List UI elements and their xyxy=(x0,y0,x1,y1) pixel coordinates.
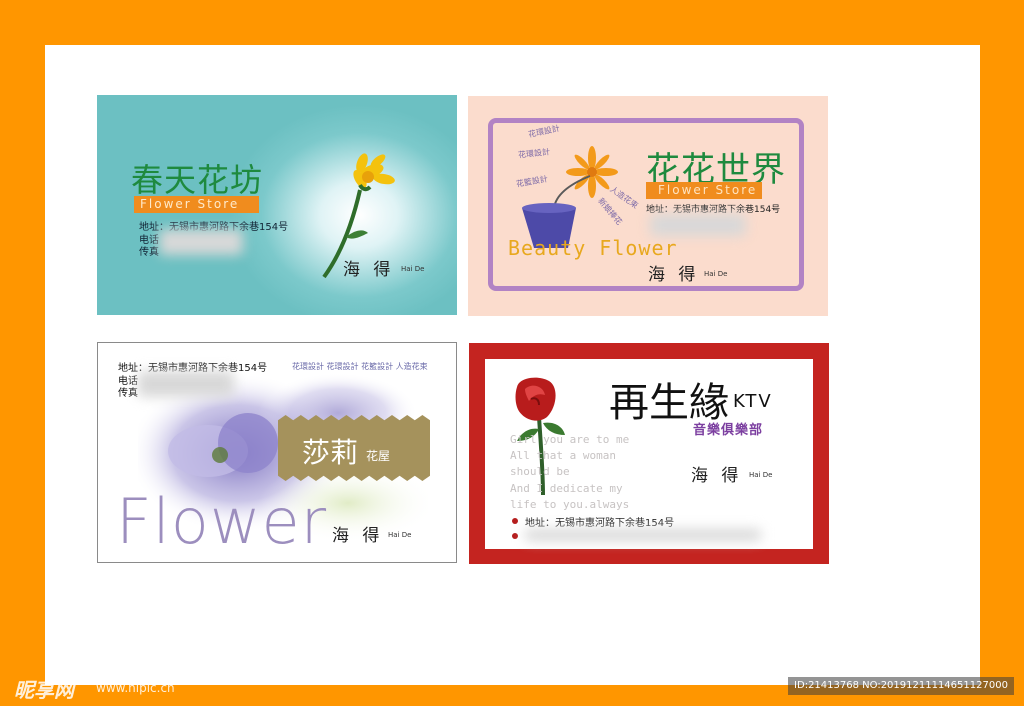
subtitle-ribbon: Flower Store xyxy=(134,196,259,213)
poem-line: should be xyxy=(510,465,570,478)
watermark-id: ID:21413768 NO:20191211114651127000 xyxy=(788,677,1014,695)
fax-label: 传真 xyxy=(139,247,159,258)
big-flower-text: Flower xyxy=(116,485,328,558)
person-name-en: Hai De xyxy=(401,265,425,273)
slogan: Beauty Flower xyxy=(508,236,678,260)
watermark-url: www.nipic.cn xyxy=(96,681,175,695)
poem-line: Girl you are to me xyxy=(510,433,630,446)
ktv-suffix: KTV xyxy=(733,391,773,412)
person-name: 海 得 xyxy=(332,526,384,546)
poem-line: life to you.always xyxy=(510,498,630,511)
fax-label: 传真 xyxy=(118,388,138,399)
card-shali-flower-house: 地址：无锡市惠河路下余巷154号 电话 传真 花環設計 花環設計 花籃設計 人造… xyxy=(97,342,457,563)
poem-line: And I dedicate my xyxy=(510,482,623,495)
person-name: 海 得 xyxy=(343,260,395,280)
subtitle-ribbon: Flower Store xyxy=(646,182,762,199)
poem-line: All that a woman xyxy=(510,449,616,462)
club-label: 音樂俱樂部 xyxy=(693,423,764,438)
address: 地址：无锡市惠河路下余巷154号 xyxy=(525,518,675,529)
person-name-en: Hai De xyxy=(749,471,773,479)
bullet-dot xyxy=(512,518,518,524)
card-ktv: 再生緣 KTV 音樂俱樂部 Girl you are to me All tha… xyxy=(469,343,829,564)
blurred-contact xyxy=(138,371,234,397)
blurred-contact xyxy=(525,529,761,541)
person-name: 海 得 xyxy=(691,466,743,486)
person-name-en: Hai De xyxy=(704,270,728,278)
services-list: 花環設計 花環設計 花籃設計 人造花束 xyxy=(292,362,428,371)
card-flower-world: 花環設計 花環設計 花籃設計 人造花束 新娘捧花 花花世界 Flower Sto… xyxy=(468,96,828,316)
blurred-contact xyxy=(159,229,243,255)
person-name-en: Hai De xyxy=(388,531,412,539)
watermark-logo: 昵享网 xyxy=(14,678,74,702)
bullet-dot xyxy=(512,533,518,539)
brand-subtitle: 花屋 xyxy=(366,449,391,463)
person-name: 海 得 xyxy=(648,265,700,285)
card-spring-flower-shop: 春天花坊 Flower Store 地址：无锡市惠河路下余巷154号 电话 传真… xyxy=(97,95,457,315)
blurred-contact xyxy=(650,214,746,236)
card-title: 春天花坊 xyxy=(131,161,264,199)
brand-title: 莎莉 xyxy=(302,436,359,469)
